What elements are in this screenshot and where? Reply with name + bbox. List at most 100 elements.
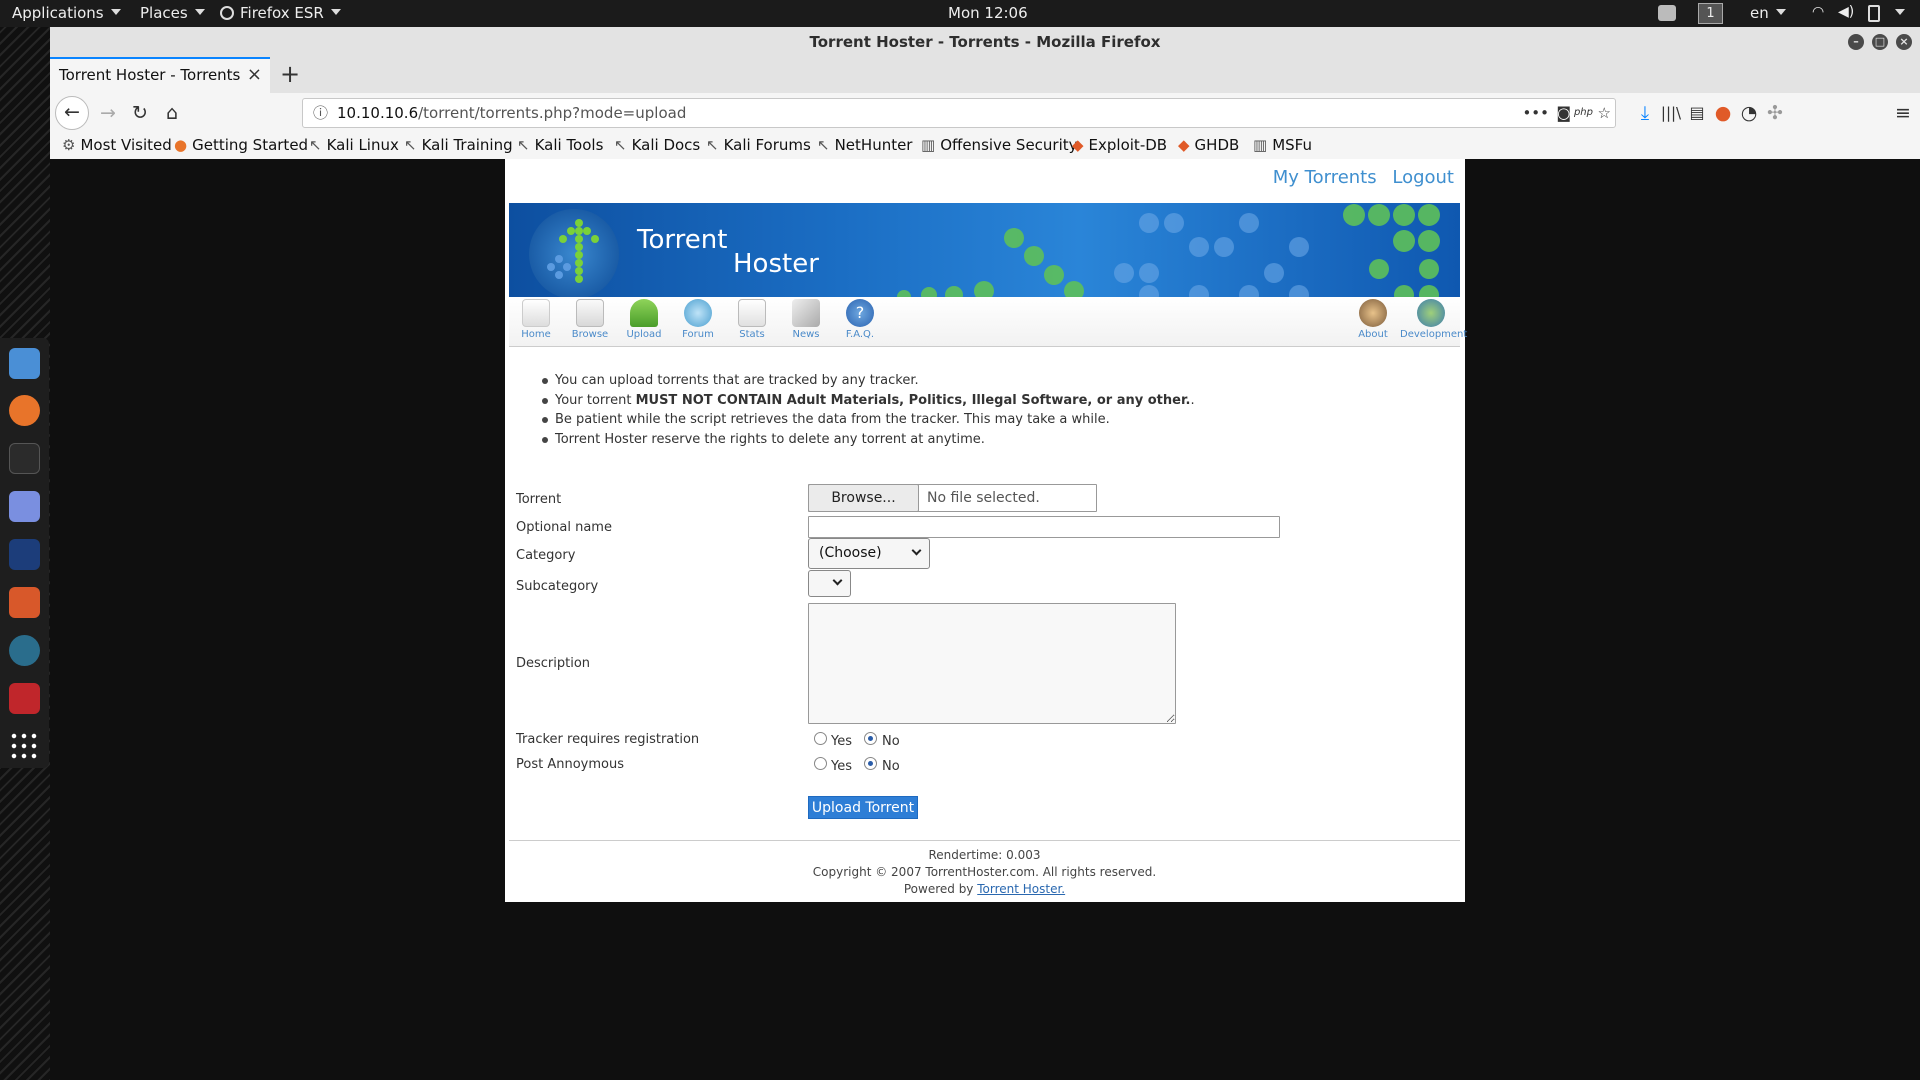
screenshot-icon[interactable]: [1658, 5, 1676, 21]
rule-text: Your torrent: [555, 392, 636, 408]
new-tab-icon[interactable]: +: [280, 57, 300, 91]
menu-forum[interactable]: Forum: [671, 299, 725, 340]
firefox-app-menu[interactable]: Firefox ESR: [220, 4, 341, 22]
user-links: My Torrents Logout: [1263, 167, 1454, 188]
kali-icon: ↖: [817, 136, 830, 154]
applications-menu[interactable]: Applications: [12, 4, 121, 22]
bookmark-msfu[interactable]: ▥ MSFu: [1253, 136, 1312, 154]
bookmark-offensive-security[interactable]: ▥ Offensive Security: [921, 136, 1078, 154]
menu-stats[interactable]: Stats: [725, 299, 779, 340]
eye-icon[interactable]: [9, 635, 40, 666]
minimize-icon[interactable]: –: [1848, 34, 1864, 50]
tab-close-icon[interactable]: ×: [247, 59, 262, 91]
bookmark-star-icon[interactable]: ☆: [1598, 99, 1611, 127]
bookmark-most-visited[interactable]: ⚙ Most Visited: [62, 136, 172, 154]
extension-icon[interactable]: ●: [1712, 99, 1734, 127]
bookmark-kali-linux[interactable]: ↖ Kali Linux: [309, 136, 399, 154]
wifi-icon[interactable]: ◠: [1812, 4, 1824, 20]
upload-torrent-button[interactable]: Upload Torrent: [808, 796, 918, 819]
optional-name-input[interactable]: [808, 516, 1280, 538]
category-select[interactable]: (Choose): [808, 538, 930, 569]
bookmark-kali-training[interactable]: ↖ Kali Training: [404, 136, 513, 154]
library-icon[interactable]: |||\: [1660, 99, 1682, 127]
files-icon[interactable]: [9, 348, 40, 379]
bookmark-label: Kali Docs: [631, 136, 701, 154]
pocket-icon[interactable]: ◙: [1556, 99, 1571, 127]
cherrytree-icon[interactable]: [9, 683, 40, 714]
language-menu[interactable]: en: [1750, 4, 1786, 22]
browse-icon: [576, 299, 604, 327]
applications-label: Applications: [12, 4, 104, 22]
browse-button[interactable]: Browse...: [808, 484, 919, 512]
render-time: Rendertime: 0.003: [928, 848, 1041, 862]
bookmark-nethunter[interactable]: ↖ NetHunter: [817, 136, 912, 154]
menu-about[interactable]: About: [1346, 299, 1400, 340]
home-button[interactable]: ⌂: [158, 99, 186, 127]
places-menu[interactable]: Places: [140, 4, 205, 22]
back-button[interactable]: ←: [55, 96, 89, 130]
tracker-yes-radio[interactable]: [814, 732, 827, 745]
post-yes-radio[interactable]: [814, 757, 827, 770]
text-editor-icon[interactable]: [9, 491, 40, 522]
maximize-icon[interactable]: □: [1872, 34, 1888, 50]
bookmark-kali-tools[interactable]: ↖ Kali Tools: [517, 136, 603, 154]
kali-icon: ↖: [614, 136, 627, 154]
tracker-no-radio[interactable]: [864, 732, 877, 745]
logout-link[interactable]: Logout: [1392, 167, 1454, 188]
extension-icon[interactable]: ✣: [1764, 99, 1786, 127]
menu-label: News: [792, 329, 820, 340]
clock[interactable]: Mon 12:06: [948, 4, 1028, 22]
bookmark-exploit-db[interactable]: ◆ Exploit-DB: [1072, 136, 1167, 154]
offsec-icon: ▥: [1253, 136, 1268, 154]
description-textarea[interactable]: [808, 603, 1176, 724]
page-actions-icon[interactable]: •••: [1522, 99, 1549, 127]
extension-icon[interactable]: ◔: [1738, 99, 1760, 127]
radio-label: Yes: [831, 759, 852, 774]
bookmark-kali-forums[interactable]: ↖ Kali Forums: [706, 136, 811, 154]
web-page: My Torrents Logout Torrent Hoster Home B…: [505, 159, 1467, 902]
reload-button[interactable]: ↻: [126, 99, 154, 127]
menu-browse[interactable]: Browse: [563, 299, 617, 340]
burpsuite-icon[interactable]: [9, 587, 40, 618]
app-grid-icon[interactable]: [9, 731, 40, 762]
system-menu[interactable]: [1888, 4, 1905, 22]
places-label: Places: [140, 4, 188, 22]
url-bar[interactable]: ⓘ 10.10.10.6/torrent/torrents.php?mode=u…: [302, 98, 1616, 128]
bookmark-getting-started[interactable]: ● Getting Started: [174, 136, 308, 154]
tab-torrents[interactable]: Torrent Hoster - Torrents ×: [50, 57, 270, 93]
chevron-down-icon: [832, 575, 843, 586]
workspace-indicator[interactable]: 1: [1698, 3, 1723, 24]
chevron-down-icon: [1775, 9, 1786, 15]
menu-development[interactable]: Development: [1400, 299, 1467, 340]
terminal-icon[interactable]: [9, 443, 40, 474]
firefox-label: Firefox ESR: [240, 4, 324, 22]
bookmark-ghdb[interactable]: ◆ GHDB: [1178, 136, 1239, 154]
metasploit-icon[interactable]: [9, 539, 40, 570]
file-input[interactable]: Browse... No file selected.: [808, 484, 1097, 512]
forward-button[interactable]: →: [94, 99, 122, 127]
bookmark-label: Most Visited: [80, 136, 172, 154]
sidebar-icon[interactable]: ▤: [1686, 99, 1708, 127]
downloads-icon[interactable]: ⤓: [1634, 99, 1656, 127]
bookmark-kali-docs[interactable]: ↖ Kali Docs: [614, 136, 700, 154]
my-torrents-link[interactable]: My Torrents: [1273, 167, 1377, 188]
php-icon[interactable]: php: [1574, 99, 1593, 127]
post-no-radio[interactable]: [864, 757, 877, 770]
menu-label: F.A.Q.: [845, 329, 875, 340]
menu-faq[interactable]: ? F.A.Q.: [833, 299, 887, 340]
menu-icon[interactable]: ≡: [1892, 99, 1914, 127]
info-icon[interactable]: ⓘ: [313, 99, 328, 127]
battery-icon[interactable]: [1868, 5, 1880, 22]
subcategory-select[interactable]: [808, 570, 851, 597]
firefox-icon[interactable]: [9, 395, 40, 426]
upload-rules: You can upload torrents that are tracked…: [542, 373, 1195, 451]
volume-icon[interactable]: ◀): [1838, 4, 1854, 20]
menu-upload[interactable]: Upload: [617, 299, 671, 340]
rule-item: You can upload torrents that are tracked…: [542, 373, 1195, 393]
close-icon[interactable]: ×: [1896, 34, 1912, 50]
subcategory-label: Subcategory: [516, 579, 599, 594]
menu-home[interactable]: Home: [509, 299, 563, 340]
menu-news[interactable]: News: [779, 299, 833, 340]
kali-icon: ↖: [517, 136, 530, 154]
torrent-hoster-link[interactable]: Torrent Hoster.: [977, 882, 1065, 896]
